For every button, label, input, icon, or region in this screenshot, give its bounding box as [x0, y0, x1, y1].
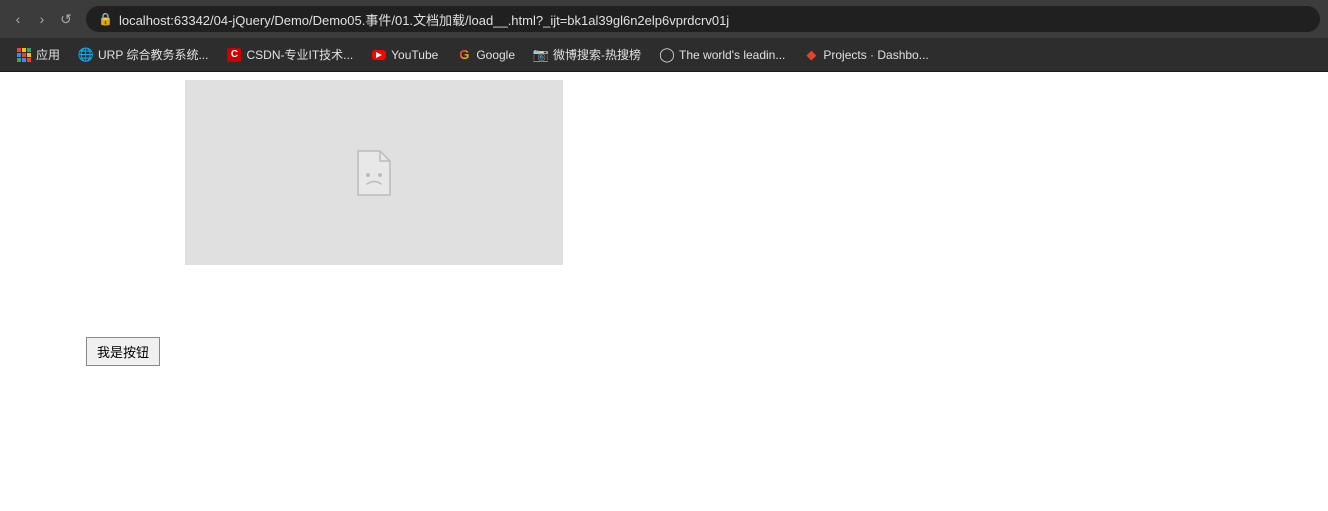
bookmarks-bar: 应用 🌐 URP 综合教务系统... C CSDN-专业IT技术... YouT… — [0, 38, 1328, 72]
lock-icon: 🔒 — [98, 12, 113, 26]
bookmark-google[interactable]: G Google — [448, 43, 523, 67]
bookmark-csdn[interactable]: C CSDN-专业IT技术... — [218, 42, 361, 67]
nav-bar: ‹ › ↺ 🔒 localhost:63342/04-jQuery/Demo/D… — [0, 0, 1328, 38]
google-icon: G — [456, 47, 472, 63]
bookmark-urp-label: URP 综合教务系统... — [98, 46, 208, 63]
bookmark-github-label: The world's leadin... — [679, 48, 785, 62]
bookmark-github[interactable]: ◯ The world's leadin... — [651, 43, 793, 67]
csdn-icon: C — [226, 47, 242, 63]
bookmark-gitlab-label: Projects · Dashbo... — [823, 48, 928, 62]
gitlab-icon: ◆ — [803, 47, 819, 63]
browser-chrome: ‹ › ↺ 🔒 localhost:63342/04-jQuery/Demo/D… — [0, 0, 1328, 72]
iframe-placeholder — [185, 80, 563, 265]
bookmark-apps-label: 应用 — [36, 46, 60, 63]
page-button[interactable]: 我是按钮 — [86, 337, 160, 366]
broken-file-icon — [354, 149, 394, 197]
bookmark-csdn-label: CSDN-专业IT技术... — [246, 46, 353, 63]
apps-icon — [16, 47, 32, 63]
bookmark-weibo-label: 微博搜索-热搜榜 — [553, 46, 641, 63]
weibo-icon: 📷 — [533, 47, 549, 63]
youtube-icon — [371, 47, 387, 63]
bookmark-apps[interactable]: 应用 — [8, 42, 68, 67]
forward-button[interactable]: › — [32, 9, 52, 29]
bookmark-youtube[interactable]: YouTube — [363, 43, 446, 67]
bookmark-gitlab[interactable]: ◆ Projects · Dashbo... — [795, 43, 936, 67]
github-icon: ◯ — [659, 47, 675, 63]
address-bar[interactable]: 🔒 localhost:63342/04-jQuery/Demo/Demo05.… — [86, 6, 1320, 32]
urp-globe-icon: 🌐 — [78, 47, 94, 63]
bookmark-urp[interactable]: 🌐 URP 综合教务系统... — [70, 42, 216, 67]
bookmark-youtube-label: YouTube — [391, 48, 438, 62]
page-content: 我是按钮 — [0, 72, 1328, 511]
nav-controls: ‹ › ↺ — [8, 9, 76, 29]
address-text: localhost:63342/04-jQuery/Demo/Demo05.事件… — [119, 10, 729, 29]
back-button[interactable]: ‹ — [8, 9, 28, 29]
bookmark-google-label: Google — [476, 48, 515, 62]
bookmark-weibo[interactable]: 📷 微博搜索-热搜榜 — [525, 42, 649, 67]
reload-button[interactable]: ↺ — [56, 9, 76, 29]
